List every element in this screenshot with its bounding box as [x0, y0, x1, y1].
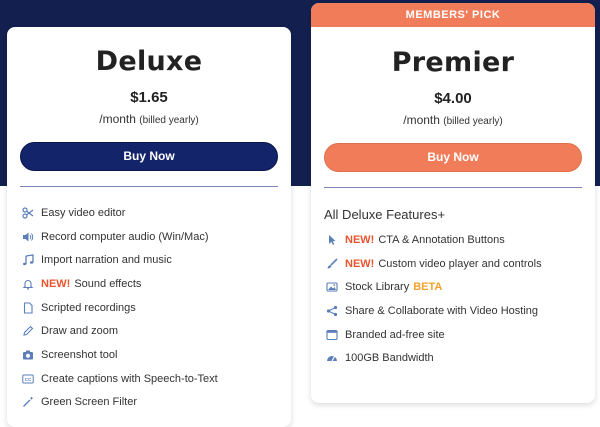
feature-item: Import narration and music — [21, 248, 291, 272]
plan-period: /month (billed yearly) — [311, 113, 595, 127]
feature-item: Record computer audio (Win/Mac) — [21, 225, 291, 249]
feature-item: Stock Library BETA — [325, 275, 595, 299]
svg-text:CC: CC — [24, 377, 31, 382]
beta-badge: BETA — [413, 281, 443, 294]
magic-wand-icon — [21, 396, 34, 409]
bell-icon — [21, 277, 34, 290]
brush-icon — [325, 257, 338, 270]
plan-name: Deluxe — [95, 46, 203, 77]
feature-text: Create captions with Speech-to-Text — [41, 372, 218, 385]
feature-text: CTA & Annotation Buttons — [378, 233, 505, 246]
feature-text: 100GB Bandwidth — [345, 352, 434, 365]
plan-price: $1.65 — [130, 89, 168, 106]
feature-item: NEW! Sound effects — [21, 272, 291, 296]
speaker-icon — [21, 230, 34, 243]
feature-item: NEW! Custom video player and controls — [325, 252, 595, 276]
feature-text: Share & Collaborate with Video Hosting — [345, 304, 539, 317]
feature-item: Screenshot tool — [21, 343, 291, 367]
feature-text: Draw and zoom — [41, 325, 119, 338]
scissors-icon — [21, 206, 34, 219]
camera-icon — [21, 348, 34, 361]
speedometer-icon — [325, 352, 338, 365]
new-label: NEW! — [41, 277, 71, 290]
pencil-icon — [21, 325, 34, 338]
feature-text: Scripted recordings — [41, 301, 136, 314]
deluxe-feature-list: Easy video editor Record computer audio (… — [7, 201, 291, 414]
deluxe-plan-card: Deluxe $1.65 /month (billed yearly) Buy … — [7, 27, 291, 427]
all-deluxe-features-heading: All Deluxe Features+ — [324, 207, 446, 222]
billing-note: (billed yearly) — [139, 115, 199, 126]
deluxe-buy-now-button[interactable]: Buy Now — [20, 142, 278, 171]
plan-period: /month (billed yearly) — [7, 112, 291, 126]
feature-item: 100GB Bandwidth — [325, 346, 595, 370]
feature-text: Sound effects — [74, 277, 142, 290]
feature-text: Record computer audio (Win/Mac) — [41, 230, 209, 243]
premier-feature-list: NEW! CTA & Annotation Buttons NEW! Custom v… — [311, 228, 595, 370]
new-label: NEW! — [345, 257, 375, 270]
plan-price: $4.00 — [434, 90, 472, 107]
feature-text: Branded ad-free site — [345, 328, 445, 341]
period-label: /month — [403, 113, 440, 127]
feature-text: Green Screen Filter — [41, 396, 137, 409]
members-pick-badge: MEMBERS' PICK — [311, 3, 595, 27]
captions-icon: CC — [21, 372, 34, 385]
feature-item: Branded ad-free site — [325, 323, 595, 347]
premier-buy-now-button[interactable]: Buy Now — [324, 143, 582, 172]
cursor-icon — [325, 233, 338, 246]
feature-item: NEW! CTA & Annotation Buttons — [325, 228, 595, 252]
new-label: NEW! — [345, 233, 375, 246]
feature-text: Easy video editor — [41, 206, 126, 219]
premier-plan-card: MEMBERS' PICK Premier $4.00 /month (bill… — [311, 3, 595, 403]
divider — [324, 187, 582, 188]
browser-window-icon — [325, 328, 338, 341]
feature-text: Screenshot tool — [41, 348, 118, 361]
feature-item: CC Create captions with Speech-to-Text — [21, 367, 291, 391]
divider — [20, 186, 278, 187]
feature-item: Share & Collaborate with Video Hosting — [325, 299, 595, 323]
feature-item: Easy video editor — [21, 201, 291, 225]
feature-text: Custom video player and controls — [378, 257, 542, 270]
share-icon — [325, 304, 338, 317]
feature-text: Stock Library — [345, 281, 410, 294]
feature-item: Scripted recordings — [21, 296, 291, 320]
feature-item: Green Screen Filter — [21, 391, 291, 415]
document-icon — [21, 301, 34, 314]
period-label: /month — [99, 112, 136, 126]
music-note-icon — [21, 254, 34, 267]
feature-text: Import narration and music — [41, 254, 172, 267]
feature-item: Draw and zoom — [21, 319, 291, 343]
billing-note: (billed yearly) — [443, 116, 503, 127]
plan-name: Premier — [391, 47, 515, 78]
image-icon — [325, 281, 338, 294]
